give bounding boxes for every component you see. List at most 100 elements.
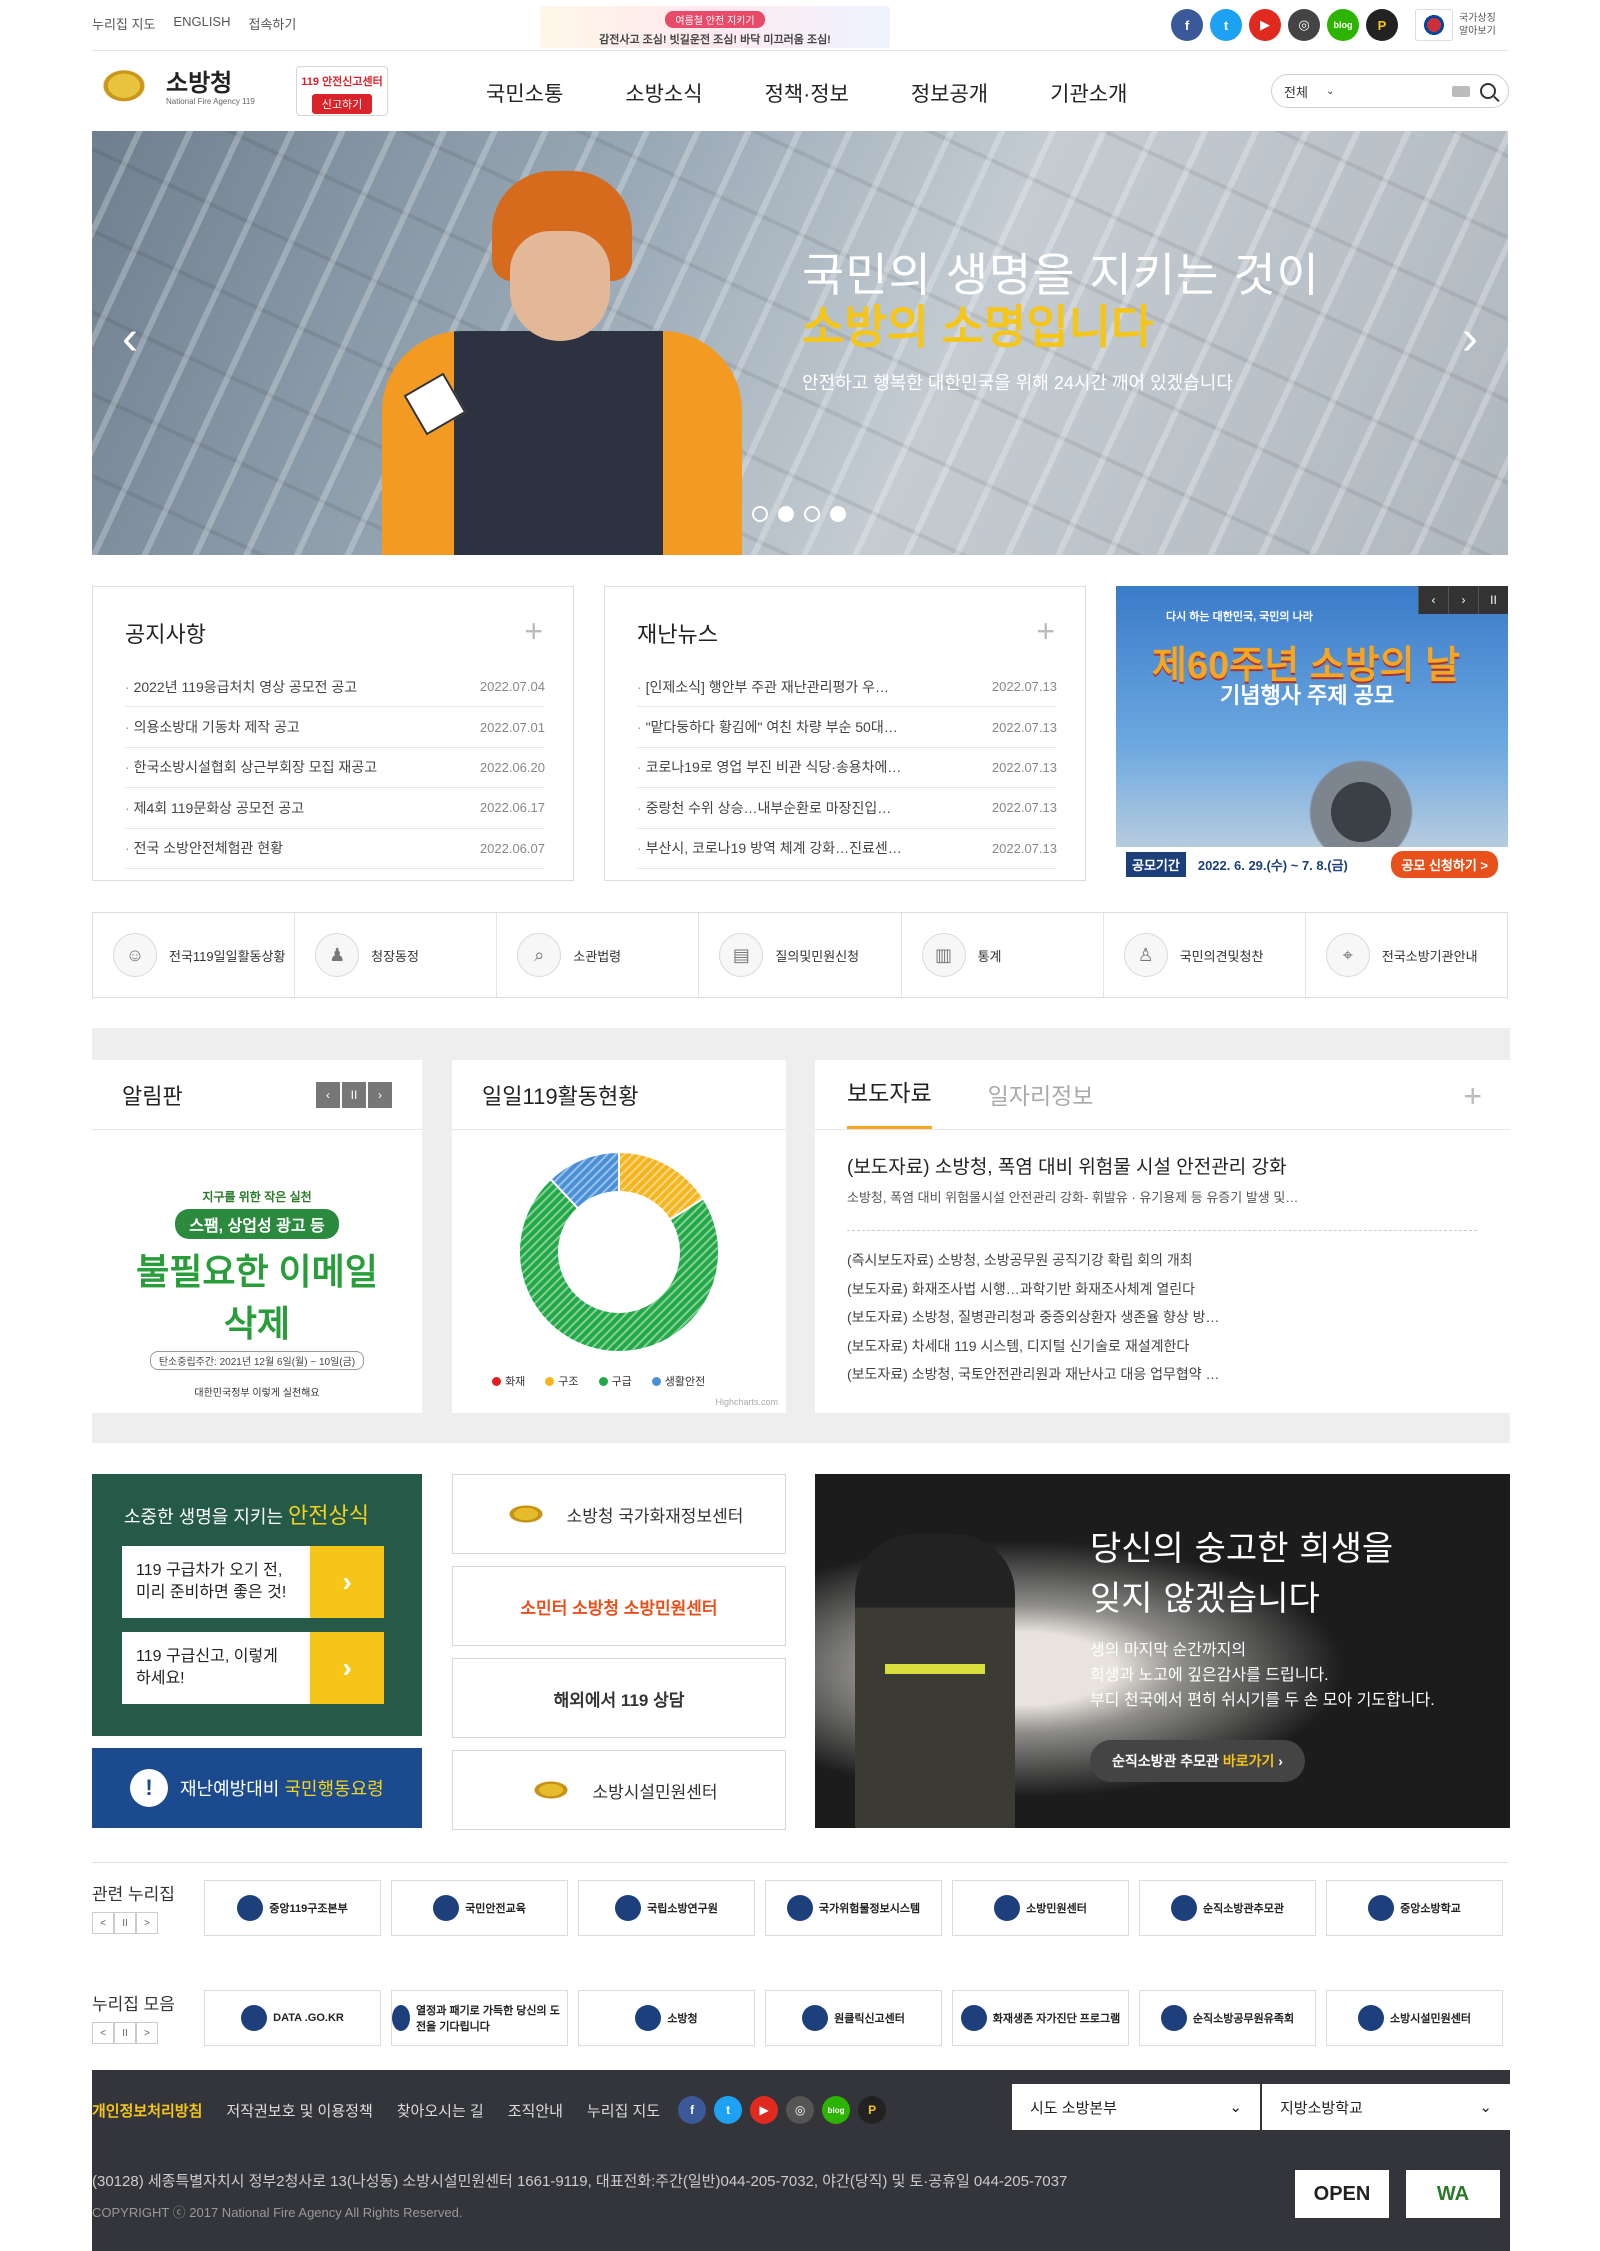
open-badge[interactable]: OPEN: [1295, 2170, 1389, 2218]
site-logo-link[interactable]: 중앙119구조본부: [204, 1880, 381, 1936]
pause-icon[interactable]: II: [114, 1912, 136, 1934]
site-logo-link[interactable]: 소방시설민원센터: [1326, 1990, 1503, 2046]
safety-tip-1[interactable]: 119 구급차가 오기 전, 미리 준비하면 좋은 것! ›: [122, 1546, 384, 1618]
prev-icon[interactable]: ‹: [1418, 586, 1448, 614]
nav-about[interactable]: 기관소개: [1050, 78, 1127, 108]
list-item[interactable]: 부산시, 코로나19 방역 체계 강화…진료센… 2022.07.13: [637, 829, 1057, 869]
quick-item[interactable]: ▤ 질의및민원신청: [699, 913, 902, 997]
safety-tip-2[interactable]: 119 구급신고, 이렇게 하세요! ›: [122, 1632, 384, 1704]
youtube-icon[interactable]: ▶: [750, 2096, 779, 2124]
national-symbol[interactable]: 국가상징 알아보기: [1415, 9, 1499, 41]
facebook-icon[interactable]: f: [1171, 9, 1203, 41]
pause-icon[interactable]: [830, 506, 846, 522]
action-guide-button[interactable]: ! 재난예방대비 국민행동요령: [92, 1748, 422, 1828]
press-item[interactable]: (보도자료) 소방청, 질병관리청과 중증외상환자 생존율 향상 방…: [847, 1307, 1220, 1336]
more-plus-icon[interactable]: +: [524, 613, 543, 650]
quick-item[interactable]: ⌕ 소관법령: [497, 913, 700, 997]
next-icon[interactable]: >: [136, 1912, 158, 1934]
site-logo-link[interactable]: 국민안전교육: [391, 1880, 568, 1936]
press-item[interactable]: (즉시보도자료) 소방청, 소방공무원 공직기강 확립 회의 개최: [847, 1250, 1220, 1279]
youtube-icon[interactable]: ▶: [1249, 9, 1281, 41]
site-logo-link[interactable]: 중앙소방학교: [1326, 1880, 1503, 1936]
fire-info-center-link[interactable]: 소방청 국가화재정보센터: [452, 1474, 786, 1554]
provincial-hq-select[interactable]: 시도 소방본부 ⌄: [1012, 2084, 1260, 2130]
quick-item[interactable]: ⌖ 전국소방기관안내: [1306, 913, 1507, 997]
tab-press[interactable]: 보도자료: [847, 1074, 932, 1129]
facebook-icon[interactable]: f: [678, 2096, 707, 2124]
tab-jobs[interactable]: 일자리정보: [988, 1077, 1094, 1129]
instagram-icon[interactable]: ◎: [786, 2096, 815, 2124]
list-item[interactable]: 2022년 119응급처치 영상 공모전 공고 2022.07.04: [125, 667, 545, 708]
directions-link[interactable]: 찾아오시는 길: [397, 2100, 484, 2121]
english-link[interactable]: ENGLISH: [173, 14, 230, 36]
event-poster[interactable]: ‹ › II 다시 하는 대한민국, 국민의 나라 제60주년 소방의 날 기념…: [1116, 586, 1508, 881]
site-logo-link[interactable]: 순직소방관추모관: [1139, 1880, 1316, 1936]
site-logo-link[interactable]: DATA .GO.KR: [204, 1990, 381, 2046]
nav-policy[interactable]: 정책·정보: [765, 78, 849, 108]
nav-communication[interactable]: 국민소통: [486, 78, 563, 108]
next-icon[interactable]: ›: [1448, 586, 1478, 614]
list-item[interactable]: 중랑천 수위 상승…내부순환로 마장진입… 2022.07.13: [637, 788, 1057, 829]
copyright-link[interactable]: 저작권보호 및 이용정책: [226, 2100, 372, 2121]
site-logo-link[interactable]: 열정과 패기로 가득한 당신의 도전을 기다립니다: [391, 1990, 568, 2046]
next-icon[interactable]: >: [136, 2022, 158, 2044]
privacy-link[interactable]: 개인정보처리방침: [92, 2100, 202, 2121]
press-item[interactable]: (보도자료) 차세대 119 시스템, 디지털 신기술로 재설계한다: [847, 1336, 1220, 1365]
blog-icon[interactable]: blog: [822, 2096, 851, 2124]
more-plus-icon[interactable]: +: [1463, 1078, 1482, 1115]
list-item[interactable]: [인제소식] 행안부 주관 재난관리평가 우… 2022.07.13: [637, 667, 1057, 708]
post-icon[interactable]: P: [1366, 9, 1398, 41]
slide-dot[interactable]: [804, 506, 820, 522]
instagram-icon[interactable]: ◎: [1288, 9, 1320, 41]
quick-item[interactable]: ☺ 전국119일일활동상황: [93, 913, 296, 997]
quick-item[interactable]: ♟ 청장동정: [295, 913, 498, 997]
list-item[interactable]: 제4회 119문화상 공모전 공고 2022.06.17: [125, 788, 545, 829]
site-logo-link[interactable]: 소방민원센터: [952, 1880, 1129, 1936]
list-item[interactable]: "맡다둥하다 황김에" 여친 차량 부순 50대… 2022.07.13: [637, 707, 1057, 748]
sitemap-link[interactable]: 누리집 지도: [587, 2100, 660, 2121]
list-item[interactable]: 코로나19로 영업 부진 비관 식당·송용차에… 2022.07.13: [637, 748, 1057, 789]
wa-badge[interactable]: WA: [1406, 2170, 1500, 2218]
sitemap-link[interactable]: 누리집 지도: [92, 14, 155, 36]
pause-icon[interactable]: II: [114, 2022, 136, 2044]
twitter-icon[interactable]: t: [1210, 9, 1242, 41]
site-logo-link[interactable]: 순직소방공무원유족회: [1139, 1990, 1316, 2046]
sominter-link[interactable]: 소민터 소방청 소방민원센터: [452, 1566, 786, 1646]
next-icon[interactable]: ›: [368, 1081, 392, 1108]
post-icon[interactable]: P: [858, 2096, 887, 2124]
pause-icon[interactable]: II: [342, 1081, 366, 1108]
keyboard-icon[interactable]: [1452, 85, 1470, 97]
org-link[interactable]: 조직안내: [508, 2100, 563, 2121]
site-logo-link[interactable]: 소방청: [578, 1990, 755, 2046]
site-logo[interactable]: 소방청 National Fire Agency 119: [92, 66, 255, 110]
press-lead[interactable]: (보도자료) 소방청, 폭염 대비 위험물 시설 안전관리 강화 소방청, 폭염…: [847, 1152, 1477, 1206]
site-logo-link[interactable]: 국가위험물정보시스템: [765, 1880, 942, 1936]
prev-icon[interactable]: ‹: [316, 1081, 340, 1108]
list-item[interactable]: 한국소방시설협회 상근부회장 모집 재공고 2022.06.20: [125, 748, 545, 789]
twitter-icon[interactable]: t: [714, 2096, 743, 2124]
quick-item[interactable]: ▥ 통계: [902, 913, 1104, 997]
prev-icon[interactable]: <: [92, 1912, 114, 1934]
apply-button[interactable]: 공모 신청하기 >: [1391, 850, 1498, 878]
list-item[interactable]: 전국 소방안전체험관 현황 2022.06.07: [125, 829, 545, 869]
quick-item[interactable]: ♙ 국민의견및청찬: [1104, 913, 1306, 997]
site-logo-link[interactable]: 원클릭신고센터: [765, 1990, 942, 2046]
search-icon[interactable]: [1480, 83, 1496, 99]
slide-dot[interactable]: [752, 506, 768, 522]
report-button[interactable]: 119 안전신고센터 신고하기: [296, 66, 388, 116]
summer-safety-banner[interactable]: 여름철 안전 지키기 감전사고 조심! 빗길운전 조심! 바닥 미끄러움 조심!: [540, 6, 890, 48]
prev-icon[interactable]: <: [92, 2022, 114, 2044]
facility-center-link[interactable]: 소방시설민원센터: [452, 1750, 786, 1830]
access-link[interactable]: 접속하기: [249, 14, 297, 36]
press-item[interactable]: (보도자료) 화재조사법 시행…과학기반 화재조사체계 열린다: [847, 1279, 1220, 1308]
memorial-button[interactable]: 순직소방관 추모관 바로가기 ›: [1090, 1740, 1305, 1782]
list-item[interactable]: 의용소방대 기동차 제작 공고 2022.07.01: [125, 707, 545, 748]
blog-icon[interactable]: blog: [1327, 9, 1359, 41]
bulletin-image[interactable]: 지구를 위한 작은 실천 스팸, 상업성 광고 등 불필요한 이메일 삭제 탄소…: [122, 1170, 392, 1399]
nav-disclosure[interactable]: 정보공개: [911, 78, 988, 108]
search-scope-select[interactable]: 전체: [1284, 82, 1344, 101]
pause-icon[interactable]: II: [1478, 586, 1508, 614]
site-logo-link[interactable]: 화재생존 자가진단 프로그램: [952, 1990, 1129, 2046]
slide-dot[interactable]: [778, 506, 794, 522]
next-slide-icon[interactable]: ›: [1462, 311, 1478, 366]
